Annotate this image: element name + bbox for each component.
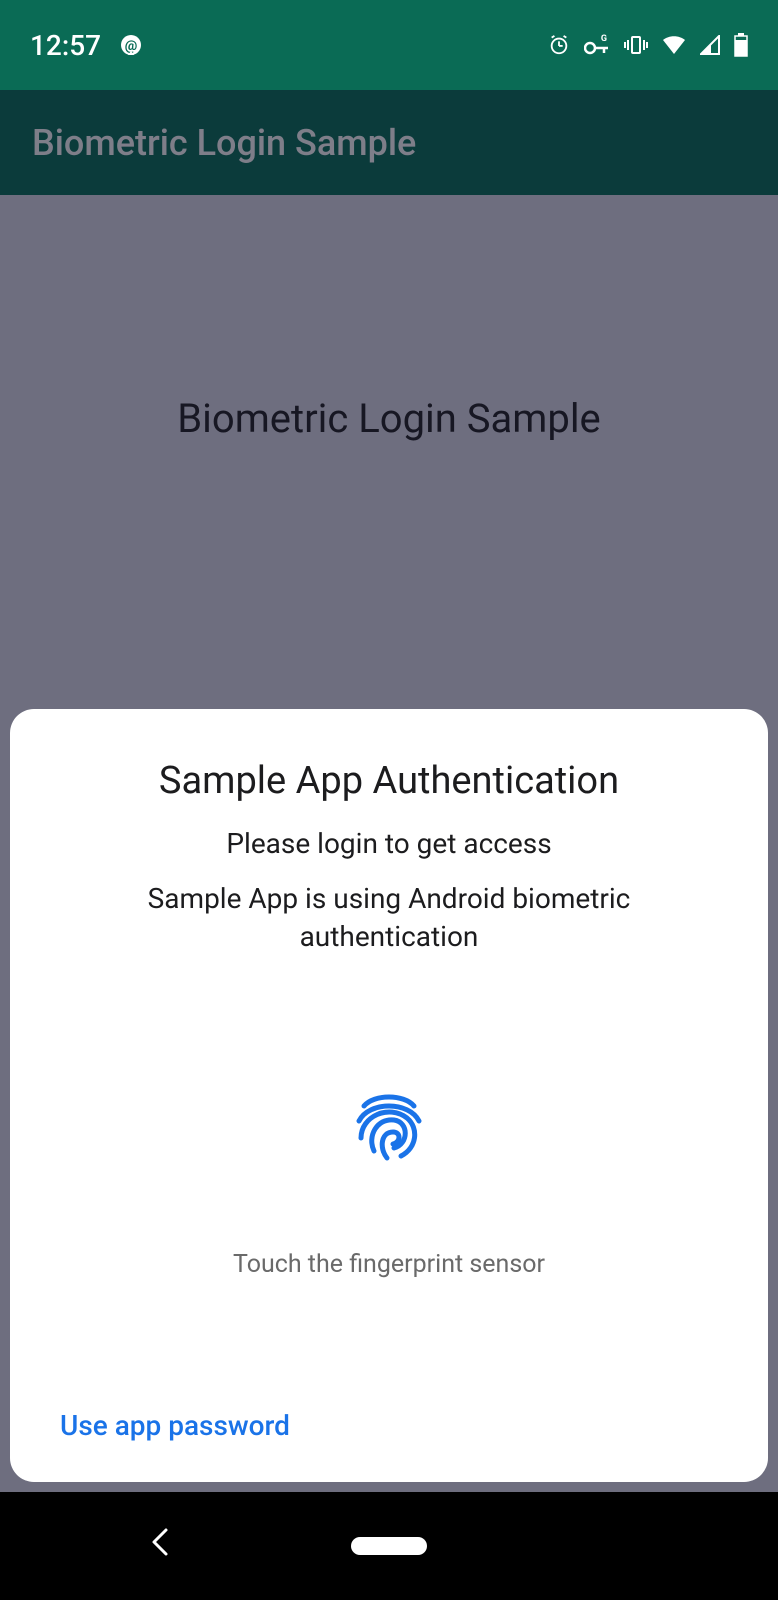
at-notification-icon: @	[119, 33, 143, 57]
dialog-description: Sample App is using Android biometric au…	[60, 880, 718, 956]
dialog-title: Sample App Authentication	[60, 759, 718, 803]
wifi-icon	[662, 35, 686, 55]
use-password-button[interactable]: Use app password	[60, 1409, 718, 1442]
status-left: 12:57 @	[30, 29, 143, 62]
dialog-subtitle: Please login to get access	[60, 827, 718, 860]
fingerprint-icon	[339, 1076, 439, 1180]
vibrate-icon	[624, 35, 648, 55]
battery-icon	[734, 33, 748, 57]
home-handle[interactable]	[351, 1537, 427, 1555]
navigation-bar	[0, 1492, 778, 1600]
signal-icon	[700, 35, 720, 55]
fingerprint-hint: Touch the fingerprint sensor	[60, 1250, 718, 1279]
status-bar: 12:57 @ G	[0, 0, 778, 90]
status-right: G	[548, 33, 748, 57]
fingerprint-icon-container	[60, 1076, 718, 1180]
back-button[interactable]	[150, 1526, 170, 1566]
vpn-key-icon: G	[584, 34, 610, 56]
svg-text:G: G	[601, 34, 607, 44]
status-time: 12:57	[30, 29, 101, 62]
alarm-icon	[548, 34, 570, 56]
biometric-prompt-dialog: Sample App Authentication Please login t…	[10, 709, 768, 1482]
